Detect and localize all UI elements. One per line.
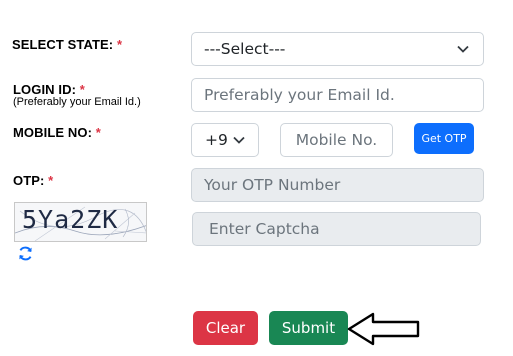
mobile-no-input[interactable]: Mobile No. xyxy=(280,123,393,157)
captcha-input[interactable]: Enter Captcha xyxy=(192,212,481,246)
mobile-no-placeholder: Mobile No. xyxy=(295,131,378,149)
mobile-no-label: MOBILE NO: * xyxy=(13,125,101,140)
submit-button[interactable]: Submit xyxy=(269,311,348,345)
clear-button[interactable]: Clear xyxy=(193,311,258,345)
otp-label: OTP: * xyxy=(13,173,54,188)
get-otp-button[interactable]: Get OTP xyxy=(414,123,474,154)
arrow-left-outline-icon xyxy=(347,312,420,346)
refresh-icon[interactable] xyxy=(17,245,34,262)
country-code-select[interactable]: +9 xyxy=(191,123,259,157)
login-id-label: LOGIN ID: * xyxy=(13,82,85,97)
captcha-text: 5Ya2ZK xyxy=(22,205,119,234)
required-asterisk: * xyxy=(95,125,101,140)
select-state-label: SELECT STATE: * xyxy=(12,37,123,52)
login-id-input[interactable]: Preferably your Email Id. xyxy=(191,78,484,112)
captcha-image: 5Ya2ZK xyxy=(14,202,147,242)
chevron-down-icon xyxy=(233,136,245,144)
required-asterisk: * xyxy=(79,82,85,97)
country-code-value: +9 xyxy=(205,131,228,149)
captcha-placeholder: Enter Captcha xyxy=(209,220,320,238)
required-asterisk: * xyxy=(48,173,54,188)
otp-placeholder: Your OTP Number xyxy=(204,176,341,194)
state-select[interactable]: ---Select--- xyxy=(191,32,484,66)
otp-input[interactable]: Your OTP Number xyxy=(191,168,484,202)
chevron-down-icon xyxy=(457,45,469,53)
state-select-value: ---Select--- xyxy=(204,40,286,58)
login-id-placeholder: Preferably your Email Id. xyxy=(204,86,395,104)
required-asterisk: * xyxy=(116,37,123,52)
login-id-hint: (Preferably your Email Id.) xyxy=(13,96,141,108)
